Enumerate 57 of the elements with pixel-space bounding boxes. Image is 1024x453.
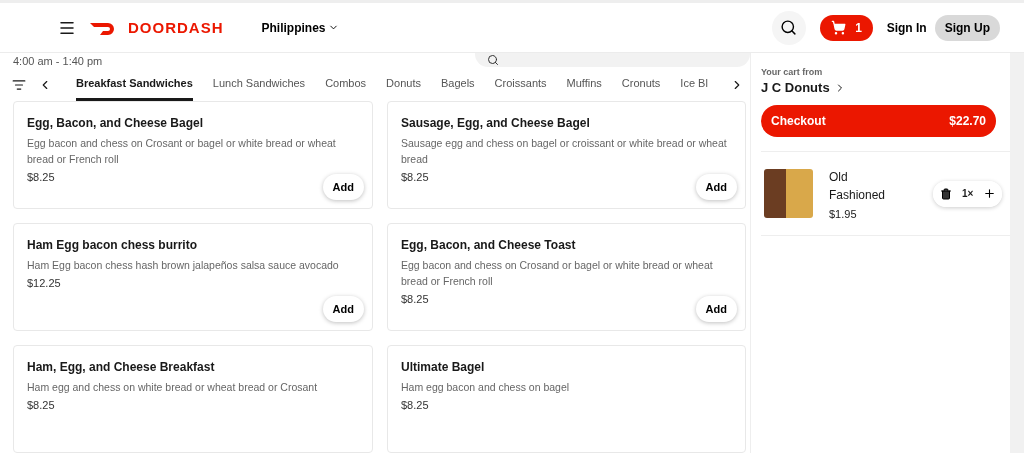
item-name: Egg, Bacon, and Cheese Bagel [27,116,205,130]
category-tab[interactable]: Donuts [386,68,421,101]
item-price: $12.25 [27,277,61,289]
cart-label: Your cart from [760,67,824,77]
item-name: Egg, Bacon, and Cheese Toast [401,238,577,252]
cart-item-price: $1.95 [829,207,858,220]
brand-name: DOORDASH [128,19,224,36]
category-tab[interactable]: Muffins [566,68,602,101]
category-tab[interactable]: Lunch Sandwiches [212,68,306,101]
cart-icon [830,20,846,35]
category-tab[interactable]: Ice Bl [680,68,708,101]
add-button[interactable]: Add [322,174,364,200]
quantity: 1× [961,188,975,199]
item-price: $8.25 [401,171,429,183]
search-button[interactable] [771,10,806,45]
store-hours: 4:00 am - 1:40 pm [13,55,103,67]
location-dropdown[interactable]: Philippines [261,20,339,35]
item-description: Ham Egg bacon chess hash brown jalapeños salsa sauce avocado [27,258,340,273]
add-button[interactable]: Add [322,296,364,322]
item-name: Sausage, Egg, and Cheese Bagel [401,116,591,130]
menu-item-card[interactable]: Egg, Bacon, and Cheese Bagel Egg bacon and chess on Crosant or bagel or white bread or wheat bread or French roll $8.25 Add [13,101,373,209]
menu-item-card[interactable]: Ham Egg bacon chess burrito Ham Egg bacon chess hash brown jalapeños salsa sauce avocado $12.25 Add [13,223,373,331]
menu-item-card[interactable]: Ham, Egg, and Cheese Breakfast Ham egg and chess on white bread or wheat bread or Crosant $8.25 [13,345,373,453]
sign-up-button[interactable]: Sign Up [934,14,1000,41]
category-tab[interactable]: Bagels [440,68,475,101]
category-tab[interactable]: Cronuts [621,68,661,101]
item-description: Ham egg and chess on white bread or wheat bread or Crosant [27,380,319,395]
item-price: $8.25 [401,293,429,305]
menu-item-card[interactable]: Egg, Bacon, and Cheese Toast Egg bacon and chess on Crosand or bagel or white bread or wheat bread or French roll $8.25 Add [387,223,746,331]
menu-item-card[interactable]: Ultimate Bagel Ham egg bacon and chess on bagel $8.25 [387,345,746,453]
item-description: Egg bacon and chess on Crosant or bagel or white bread or wheat bread or French roll [27,136,337,167]
photo-placeholder [764,169,813,218]
item-price: $8.25 [401,399,429,411]
item-name: Ham, Egg, and Cheese Breakfast [27,360,216,374]
cart-item-name: Old Fashioned [829,168,887,204]
category-tab[interactable]: Croissants [494,68,547,101]
item-name: Ham Egg bacon chess burrito [27,238,199,252]
sign-in-button[interactable]: Sign In [886,20,927,35]
store-link[interactable]: J C Donuts [751,80,1010,95]
category-tab[interactable]: Combos [325,68,367,101]
item-description: Ham egg bacon and chess on bagel [401,380,571,395]
search-field[interactable] [475,53,750,67]
add-button[interactable]: Add [695,174,737,200]
add-button[interactable]: Add [695,296,737,322]
plus-icon [982,187,996,200]
item-description: Sausage egg and chess on bagel or croissant or white bread or wheat bread [401,136,728,167]
item-description: Egg bacon and chess on Crosand or bagel or white bread or wheat bread or French roll [401,258,714,289]
item-price: $8.25 [27,171,55,183]
cart-button[interactable]: 1 [819,14,873,41]
category-tab[interactable]: Breakfast Sandwiches [76,68,193,101]
search-icon [780,19,798,36]
menu-item-card[interactable]: Sausage, Egg, and Cheese Bagel Sausage egg and chess on bagel or croissant or white bread or wheat bread $8.25 Add [387,101,746,209]
item-price: $8.25 [27,399,55,411]
trash-icon [940,187,952,200]
item-name: Ultimate Bagel [401,360,486,374]
checkout-button[interactable]: Checkout $22.70 [761,105,996,137]
search-icon [487,54,499,66]
